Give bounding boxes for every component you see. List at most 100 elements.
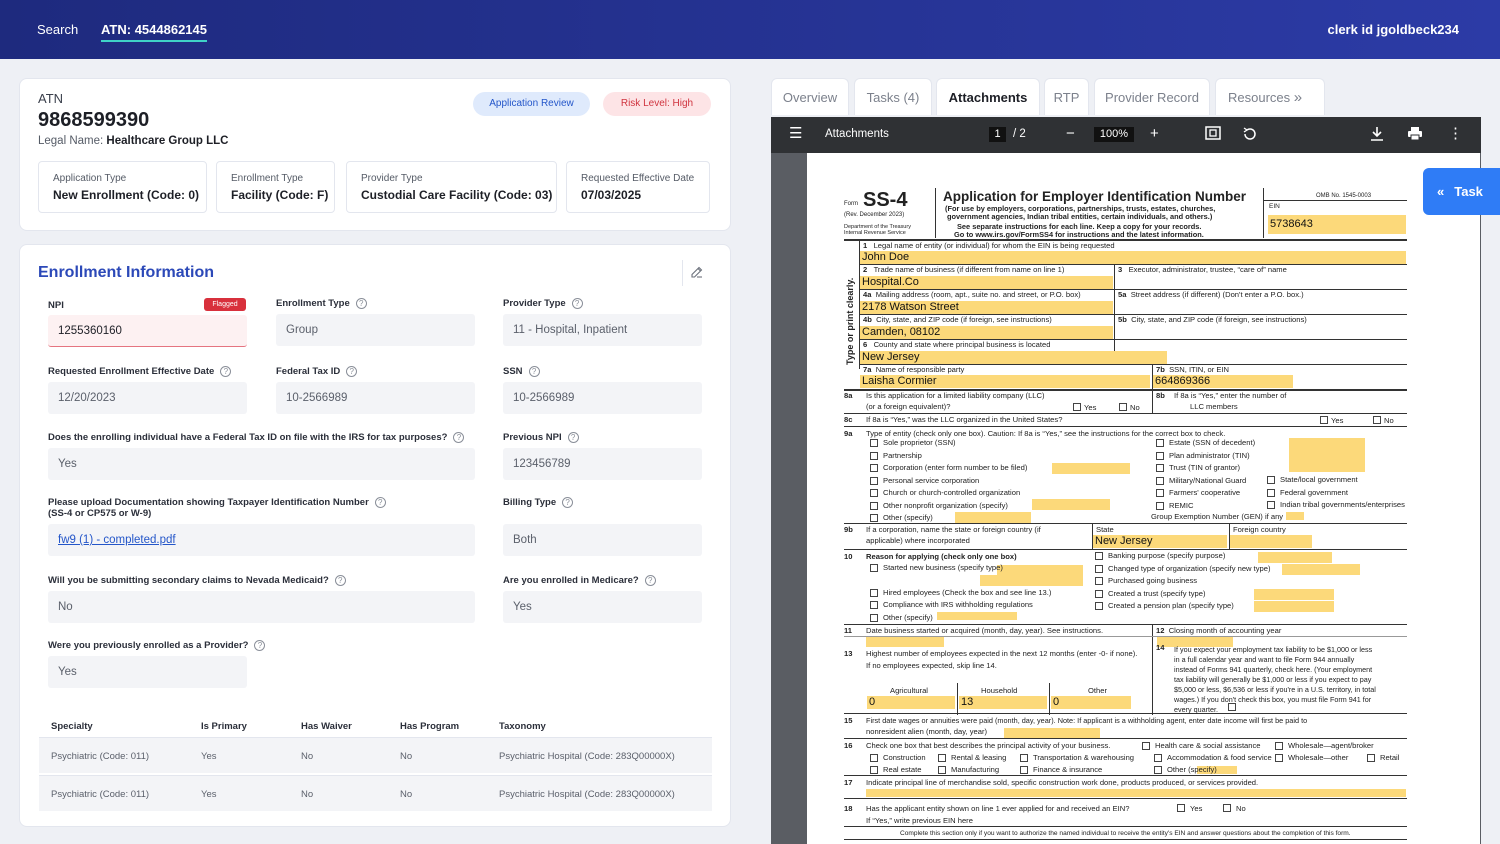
checkbox[interactable] [1275,742,1283,750]
checkbox[interactable] [1267,476,1275,484]
checkbox[interactable] [1267,501,1275,509]
secondary-claims-field[interactable]: No [48,591,475,623]
enrollment-type-field[interactable]: Group [276,314,475,346]
npi-field[interactable]: 1255360160 [48,315,247,347]
checkbox[interactable] [870,754,878,762]
checkbox[interactable] [1020,754,1028,762]
enrollment-type-label: Enrollment Type? [276,298,367,309]
checkbox[interactable] [1154,754,1162,762]
tab-attachments[interactable]: Attachments [936,78,1040,115]
download-icon[interactable] [1370,126,1384,146]
checkbox[interactable] [1156,451,1164,460]
checkbox[interactable] [938,754,946,762]
checkbox-label: Sole proprietor (SSN) [883,438,956,447]
checkbox[interactable] [870,564,878,572]
checkbox[interactable] [870,451,878,460]
checkbox[interactable] [1095,589,1103,598]
no-label: No [1384,416,1394,425]
medicare-field[interactable]: Yes [503,591,702,623]
checkbox[interactable] [870,501,878,510]
checkbox[interactable] [1095,552,1103,560]
edit-icon[interactable] [682,260,708,286]
line-15-label: nonresident alien (month, day, year) [866,727,988,736]
rotate-icon[interactable] [1242,126,1258,147]
checkbox[interactable] [1156,439,1164,447]
previously-enrolled-field[interactable]: Yes [48,656,247,688]
fit-page-icon[interactable] [1205,126,1221,145]
zoom-level[interactable]: 100% [1094,127,1134,142]
checkbox[interactable] [870,614,878,622]
checkbox[interactable] [1156,489,1164,497]
tab-rtp[interactable]: RTP [1044,78,1089,115]
checkbox[interactable] [870,589,878,597]
checkbox[interactable] [1373,416,1381,424]
table-row[interactable]: Psychiatric (Code: 011) Yes No No Psychi… [39,737,712,773]
checkbox[interactable] [1275,754,1283,762]
checkbox[interactable] [1095,577,1103,585]
checkbox[interactable] [1095,564,1103,573]
federal-tax-id-field[interactable]: 10-2566989 [276,382,475,414]
help-icon[interactable]: ? [334,575,346,586]
checkbox[interactable] [1367,754,1375,762]
help-icon[interactable]: ? [528,366,540,377]
help-icon[interactable]: ? [355,298,367,309]
menu-icon[interactable]: ☰ [789,125,802,143]
help-icon[interactable]: ? [220,366,232,377]
checkbox[interactable] [870,476,878,485]
ssn-field[interactable]: 10-2566989 [503,382,702,414]
help-icon[interactable]: ? [562,497,574,508]
zoom-in-icon[interactable]: + [1150,125,1159,143]
checkbox[interactable] [1020,766,1028,774]
atn-tab[interactable]: ATN: 4544862145 [101,22,207,42]
federal-tax-question-field[interactable]: Yes [48,448,475,480]
checkbox[interactable] [870,439,878,447]
checkbox[interactable] [938,766,946,774]
checkbox[interactable] [870,766,878,774]
help-icon[interactable]: ? [453,432,465,443]
checkbox[interactable] [1320,416,1328,424]
help-icon[interactable]: ? [567,432,579,443]
checkbox-label: Farmers' cooperative [1169,488,1241,497]
requested-effective-date-box: Requested Effective Date 07/03/2025 [566,161,710,213]
table-row[interactable]: Psychiatric (Code: 011) Yes No No Psychi… [39,775,712,811]
print-icon[interactable] [1407,126,1423,146]
provider-type-field[interactable]: 11 - Hospital, Inpatient [503,314,702,346]
checkbox[interactable] [1142,742,1150,750]
checkbox[interactable] [1156,476,1164,485]
federal-tax-question-label: Does the enrolling individual have a Fed… [48,432,465,443]
page-input[interactable]: 1 [989,127,1006,142]
checkbox[interactable] [870,464,878,472]
checkbox[interactable] [1073,403,1081,411]
more-options-icon[interactable]: ⋮ [1448,125,1463,143]
uploaded-file-link[interactable]: fw9 (1) - completed.pdf [58,534,176,546]
requested-date-field[interactable]: 12/20/2023 [48,382,247,414]
help-icon[interactable]: ? [374,497,386,508]
checkbox[interactable] [1177,804,1185,812]
checkbox[interactable] [1156,464,1164,472]
tab-overview[interactable]: Overview [771,78,849,115]
help-icon[interactable]: ? [644,575,656,586]
task-button[interactable]: «Task [1423,168,1500,215]
checkbox[interactable] [1119,403,1127,411]
risk-badge: Risk Level: High [603,92,711,116]
checkbox[interactable] [1095,602,1103,610]
help-icon[interactable]: ? [571,298,583,309]
tab-provider-record[interactable]: Provider Record [1094,78,1210,115]
checkbox[interactable] [1154,766,1162,774]
checkbox-label: Compliance with IRS withholding regulati… [883,600,1033,609]
help-icon[interactable]: ? [346,366,358,377]
tab-tasks[interactable]: Tasks (4) [854,78,932,115]
tab-resources[interactable]: Resources » [1215,78,1325,115]
line-4b-label: 4b City, state, and ZIP code (if foreign… [863,315,1052,324]
previous-npi-field[interactable]: 123456789 [503,448,702,480]
checkbox[interactable] [1267,488,1275,497]
help-icon[interactable]: ? [254,640,266,651]
checkbox[interactable] [870,514,878,522]
checkbox[interactable] [870,489,878,497]
checkbox[interactable] [1223,804,1231,812]
zoom-out-icon[interactable]: − [1066,125,1075,143]
checkbox[interactable] [870,601,878,609]
search-link[interactable]: Search [37,22,78,37]
checkbox[interactable] [1156,501,1164,510]
billing-type-field[interactable]: Both [503,524,702,556]
